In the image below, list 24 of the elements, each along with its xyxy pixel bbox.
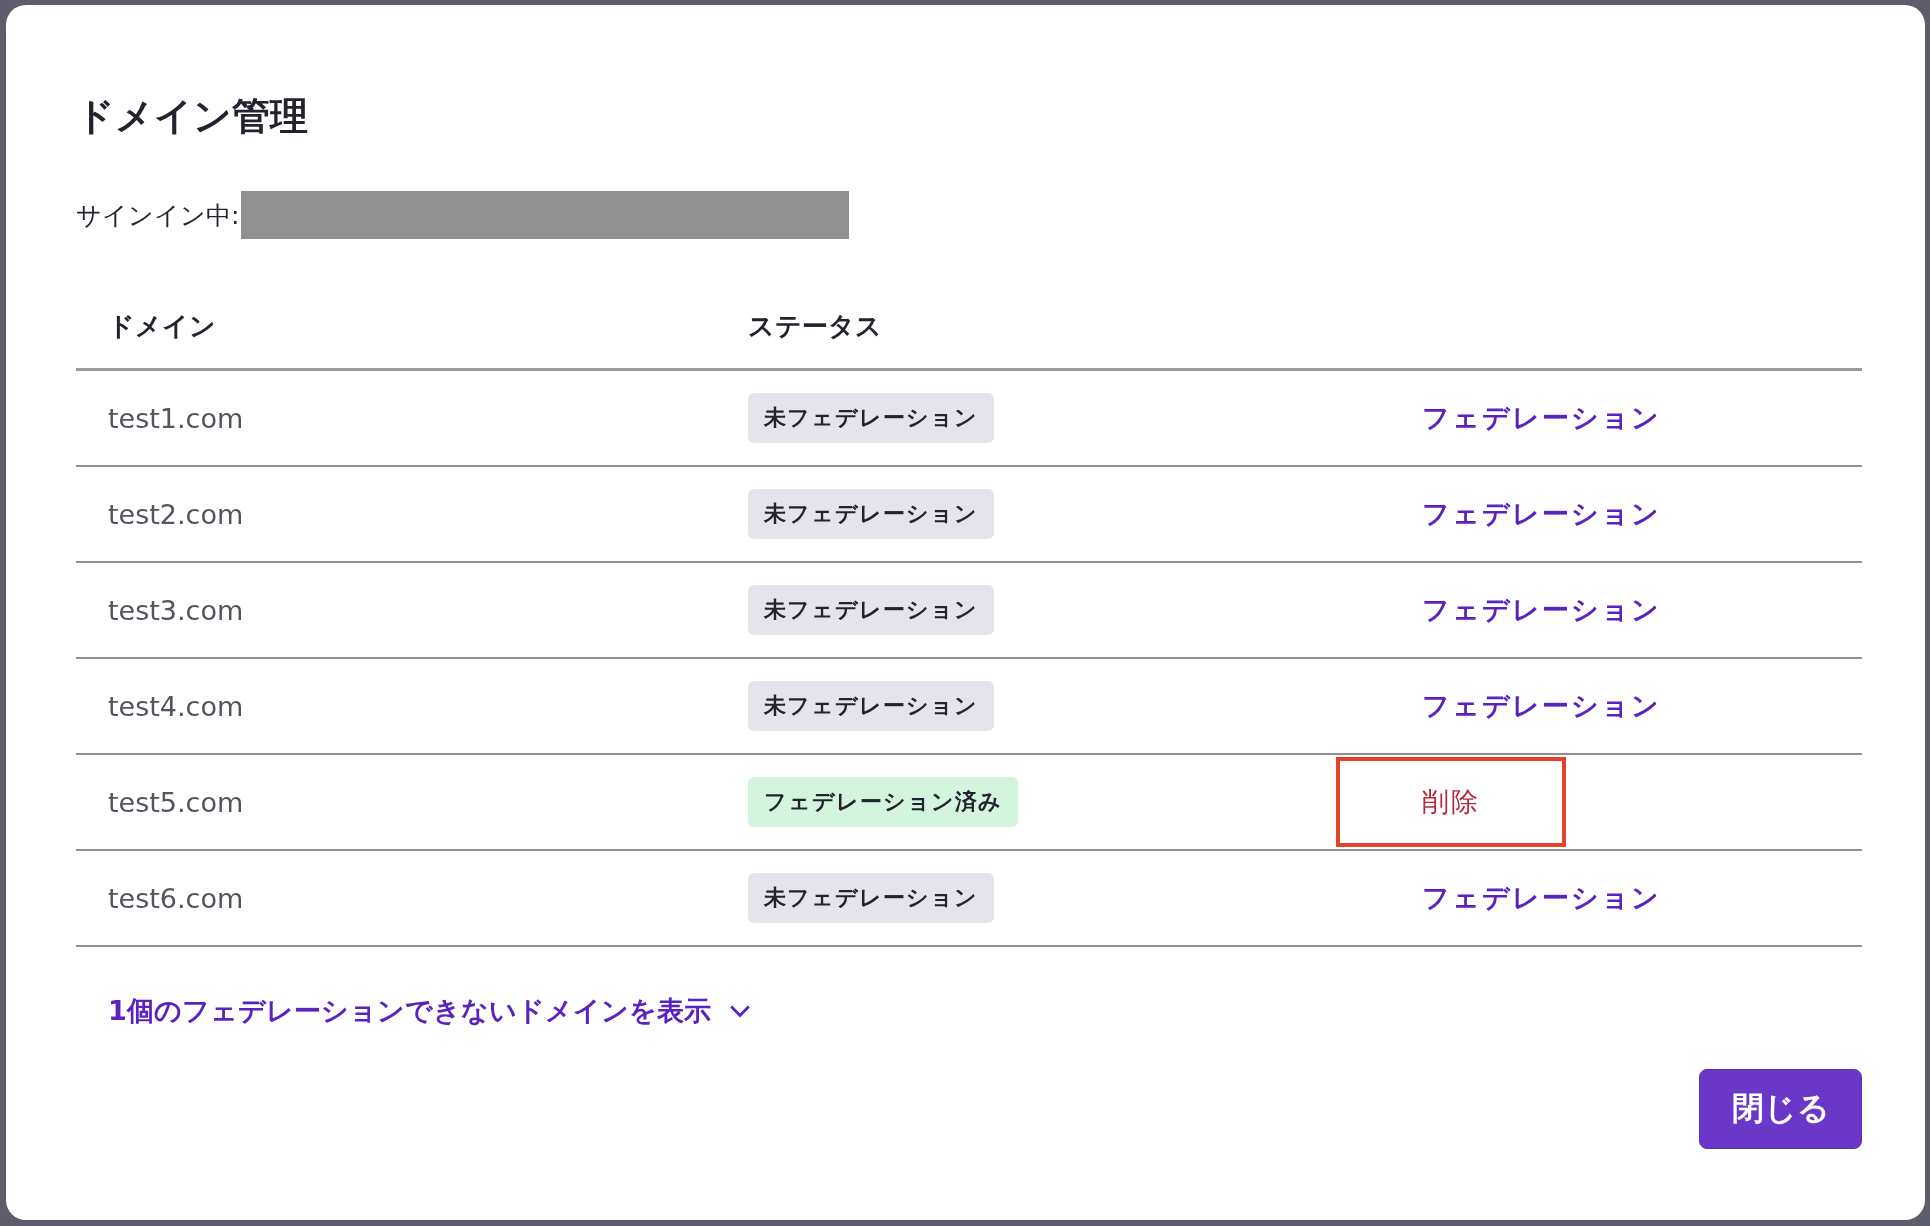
domain-cell-text: test5.com (107, 786, 245, 818)
status-badge: 未フェデレーション (748, 681, 994, 731)
close-button[interactable]: 閉じる (1699, 1069, 1862, 1149)
federate-link[interactable]: フェデレーション (1422, 400, 1661, 436)
domain-cell-text: test2.com (107, 498, 245, 530)
signed-in-label: サインイン中: (76, 199, 240, 232)
column-header: ドメイン (107, 310, 217, 343)
status-badge: 未フェデレーション (748, 393, 994, 443)
domain-cell-text: test6.com (107, 882, 245, 914)
federate-link[interactable]: フェデレーション (1422, 880, 1661, 916)
show-domains-link[interactable]: 1個のフェデレーションできないドメインを表示 (108, 993, 751, 1029)
domain-cell-text: test1.com (107, 402, 245, 434)
domain-cell-text: test3.com (107, 594, 245, 626)
federate-link[interactable]: フェデレーション (1422, 592, 1661, 628)
status-badge: 未フェデレーション (748, 873, 994, 923)
domain-cell-text: test4.com (107, 690, 245, 722)
delete-link[interactable]: 削除 (1422, 784, 1480, 820)
dialog-title: ドメイン管理 (76, 93, 309, 140)
status-badge: 未フェデレーション (748, 489, 994, 539)
status-badge: 未フェデレーション (748, 585, 994, 635)
federate-link[interactable]: フェデレーション (1422, 688, 1661, 724)
status-badge: フェデレーション済み (748, 777, 1018, 827)
federate-link[interactable]: フェデレーション (1422, 496, 1661, 532)
column-header: ステータス (748, 310, 883, 343)
